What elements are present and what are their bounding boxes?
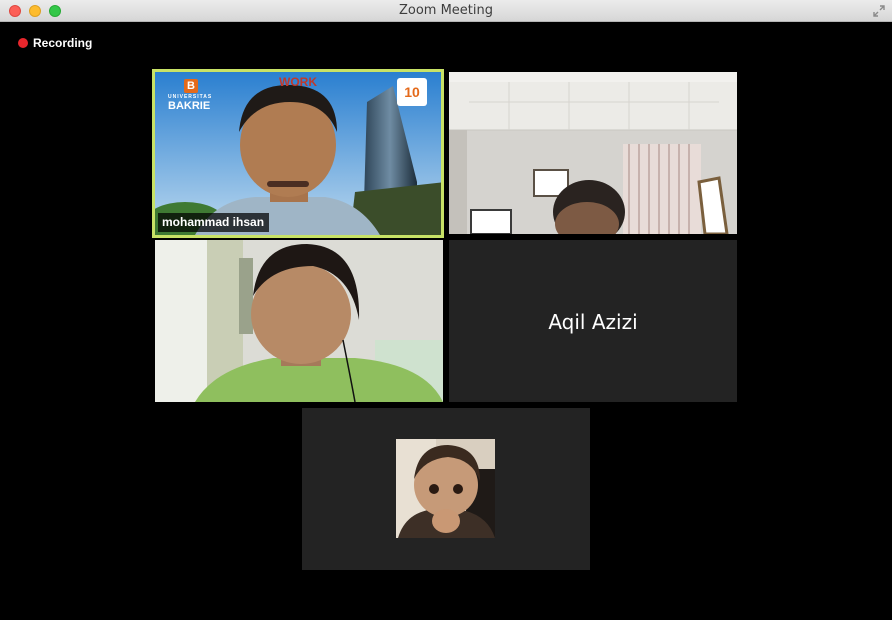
participant-name: Aqil Azizi <box>548 310 638 334</box>
baby-photo <box>396 439 495 538</box>
university-logo-line2: BAKRIE <box>168 100 211 112</box>
anniversary-badge: 10 <box>397 78 427 106</box>
recording-dot-icon <box>18 38 28 48</box>
recording-label: Recording <box>33 36 93 50</box>
video-tile[interactable] <box>449 72 737 234</box>
logo-b-badge: B <box>184 79 198 93</box>
video-tile-camera-off[interactable] <box>302 408 590 570</box>
window-title: Zoom Meeting <box>398 3 494 18</box>
participant-name-label: mohammad ihsan <box>158 213 270 232</box>
video-tile[interactable] <box>155 240 443 402</box>
participant-video <box>155 240 443 402</box>
profile-avatar <box>396 439 495 538</box>
video-tile-active-speaker[interactable]: B UNIVERSITAS BAKRIE WORK 10 mohammad ih… <box>152 69 444 238</box>
video-tile-camera-off[interactable]: Aqil Azizi <box>449 240 737 402</box>
participant-video <box>449 72 737 234</box>
fullscreen-icon[interactable] <box>872 4 886 18</box>
title-bar: Zoom Meeting <box>0 0 892 22</box>
recording-indicator[interactable]: Recording <box>18 36 92 50</box>
event-logo: WORK <box>279 75 317 89</box>
